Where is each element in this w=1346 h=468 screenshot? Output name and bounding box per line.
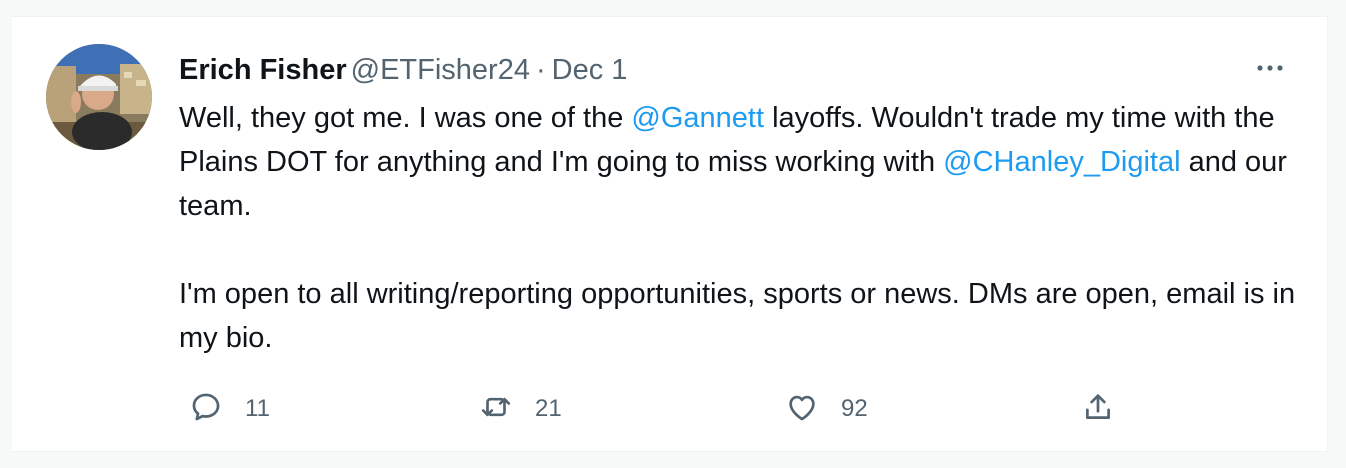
share-button[interactable] <box>1081 389 1115 429</box>
tweet-card[interactable]: Erich Fisher @ETFisher24 · Dec 1 Well, they… <box>12 16 1328 452</box>
author-name[interactable]: Erich Fisher <box>179 54 347 86</box>
tweet-date[interactable]: Dec 1 <box>552 54 628 86</box>
tweet-paragraph-1: Well, they got me. I was one of the @Gan… <box>179 96 1299 228</box>
heart-icon <box>785 390 819 429</box>
mention-chanley-digital[interactable]: @CHanley_Digital <box>943 146 1180 178</box>
like-button[interactable]: 92 <box>785 389 868 429</box>
reply-bubble-icon <box>189 390 223 429</box>
tweet-paragraph-2: I'm open to all writing/reporting opport… <box>179 278 1296 354</box>
mention-gannett[interactable]: @Gannett <box>631 102 764 134</box>
retweet-count: 21 <box>535 395 562 422</box>
retweet-button[interactable]: 21 <box>479 389 562 429</box>
like-count: 92 <box>841 395 868 422</box>
reply-count: 11 <box>245 395 270 422</box>
more-dots-icon <box>1250 65 1290 85</box>
separator-dot: · <box>535 54 546 86</box>
tweet-header: Erich Fisher @ETFisher24 · Dec 1 <box>179 53 627 87</box>
share-upload-icon <box>1081 390 1115 429</box>
text-segment: Well, they got me. I was one of the <box>179 102 632 134</box>
retweet-icon <box>479 390 513 429</box>
tweet-text: Well, they got me. I was one of the @Gan… <box>179 96 1299 360</box>
more-button[interactable] <box>1250 55 1290 81</box>
tweet-actions: 11 21 92 <box>179 389 1129 429</box>
reply-button[interactable]: 11 <box>189 389 270 429</box>
author-handle[interactable]: @ETFisher24 <box>351 54 530 86</box>
avatar[interactable] <box>46 44 152 150</box>
